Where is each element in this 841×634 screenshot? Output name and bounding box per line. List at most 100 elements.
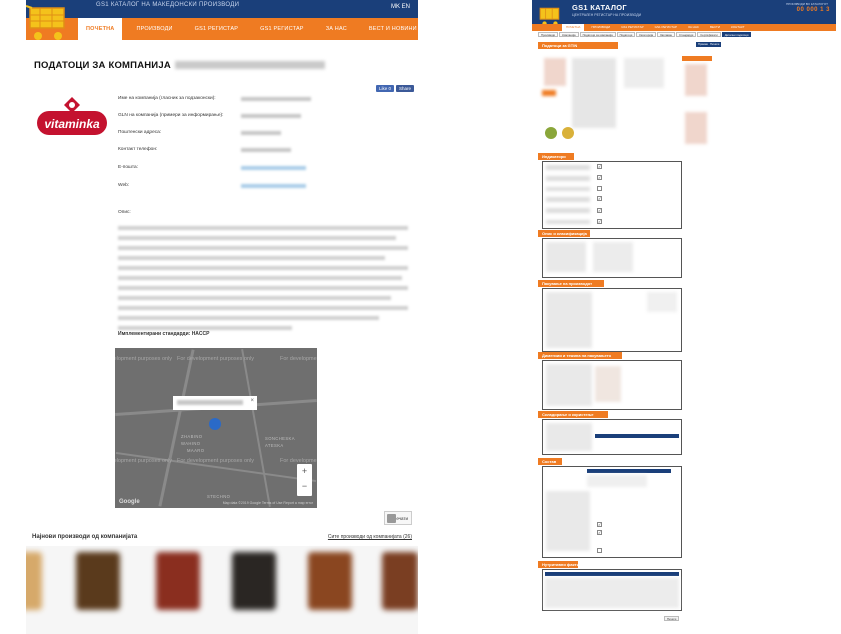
language-switcher[interactable]: MK EN (391, 4, 410, 10)
print-button-small[interactable]: Печати (708, 42, 722, 47)
all-products-link[interactable]: Сите производи од компанијата (26) (328, 534, 412, 540)
facebook-share-button[interactable]: Share (395, 85, 414, 92)
nav-tab-about[interactable]: ЗА НАС (318, 18, 355, 40)
field-value-gln (241, 114, 301, 118)
composition-checkbox[interactable]: ✓ (597, 530, 602, 535)
side-panel-header (682, 56, 712, 61)
indicator-checkbox[interactable] (597, 186, 602, 191)
section-tab[interactable]: Податоци (616, 32, 636, 37)
section-tab[interactable]: Компанија (559, 32, 579, 37)
field-label-phone: Контакт телефон: (118, 147, 158, 152)
nutrition-table-body (545, 578, 679, 608)
catalog-tab-register[interactable]: GS1 РЕГИСТАР (617, 24, 647, 31)
nav-tab-products[interactable]: ПРОИЗВОДИ (128, 18, 180, 40)
composition-table-header (587, 469, 671, 473)
catalog-tab-register-2[interactable]: GS1 РЕГИСТАР (651, 24, 681, 31)
close-icon[interactable]: × (250, 398, 254, 404)
map-zoom-control: + − (297, 464, 312, 496)
zoom-out-button[interactable]: − (297, 479, 312, 494)
site-tagline: GS1 КАТАЛОГ НА МАКЕДОНСКИ ПРОИЗВОДИ (96, 2, 240, 8)
catalog-tab-news[interactable]: ВЕСТИ (706, 24, 724, 31)
composition-checkbox[interactable]: ✓ (597, 522, 602, 527)
indicator-checkbox[interactable]: ✓ (597, 164, 602, 169)
catalog-tab-about[interactable]: ЗА НАС (684, 24, 703, 31)
catalog-brand: GS1 КАТАЛОГ (572, 3, 627, 12)
map-district-label: WAHINO (181, 441, 201, 446)
description-line (118, 326, 292, 330)
page-title-text: ПОДАТОЦИ ЗА КОМПАНИЈА (34, 60, 171, 71)
product-image (544, 58, 566, 86)
packaging-labels (546, 292, 592, 348)
company-logo: vitaminka (37, 97, 107, 135)
cart-logo-icon[interactable] (26, 4, 70, 44)
field-label-email: Е-пошта: (118, 165, 139, 170)
indicator-label (546, 176, 590, 181)
field-label-address: Поштенски адреса: (118, 130, 162, 135)
map-watermark: For development purposes only (115, 356, 173, 362)
description-line (118, 236, 397, 240)
indicator-checkbox[interactable]: ✓ (597, 208, 602, 213)
section-tab[interactable]: Сертификати (697, 32, 721, 37)
standards-label: Имплементирани стандарди: HACCP (118, 331, 210, 337)
section-tab-active[interactable]: Детални податоци (721, 32, 752, 37)
field-value-email[interactable] (241, 166, 306, 170)
catalog-tab-products[interactable]: ПРОИЗВОДИ (587, 24, 614, 31)
composition-checkbox[interactable] (597, 548, 602, 553)
section-tab[interactable]: Категорија (636, 32, 657, 37)
zoom-in-button[interactable]: + (297, 464, 312, 479)
facebook-like-button[interactable]: Like 0 (375, 85, 394, 92)
product-thumbnail[interactable] (382, 552, 418, 610)
nav-tab-news[interactable]: ВЕСТ И НОВИНИ (361, 18, 418, 40)
map-watermark: For development purposes only (177, 356, 255, 362)
field-value-web[interactable] (241, 184, 306, 188)
description-line (118, 276, 403, 280)
indicator-checkbox[interactable]: ✓ (597, 175, 602, 180)
catalog-tab-contact[interactable]: КОНТАКТ (727, 24, 749, 31)
map-road (241, 349, 271, 507)
map-attribution[interactable]: Map data ©2019 Google Terms of Use Repor… (223, 501, 313, 505)
company-description (118, 226, 408, 336)
product-thumbnail[interactable] (76, 552, 120, 610)
indicator-label (546, 187, 590, 191)
product-counter: 00 000 1 3 (796, 7, 830, 13)
storage-table-header (595, 434, 679, 438)
info-labels (546, 242, 586, 272)
indicator-label (546, 220, 590, 224)
section-tab[interactable]: Заглавие (657, 32, 676, 37)
description-line (118, 306, 408, 310)
print-button[interactable]: Печати (384, 511, 412, 525)
map-watermark: For development purposes only (280, 356, 317, 362)
company-map[interactable]: For development purposes only For develo… (115, 348, 317, 508)
product-thumbnail[interactable] (232, 552, 276, 610)
map-marker-icon[interactable] (209, 418, 221, 430)
print-button-bottom[interactable]: Печати (664, 616, 680, 621)
section-tab[interactable]: Податоци за компанија (579, 32, 616, 37)
description-line (118, 246, 408, 250)
map-road (158, 349, 195, 507)
composition-box: ✓ ✓ (542, 466, 682, 558)
nav-tab-gs1-register-2[interactable]: GS1 РЕГИСТАР (252, 18, 312, 40)
section-header-dimensions: Димензии и тежина на пакувањето (538, 352, 622, 359)
latest-products-carousel (26, 546, 418, 634)
product-thumbnail[interactable] (156, 552, 200, 610)
product-thumbnail[interactable] (26, 552, 42, 610)
map-info-window[interactable]: × (173, 396, 257, 410)
side-product-image[interactable] (685, 112, 707, 144)
dimensions-image (595, 366, 621, 402)
map-road (115, 451, 317, 483)
section-tab[interactable]: Стандарди (676, 32, 697, 37)
field-label-gln: GLN на компанија (примери за информирање… (118, 113, 224, 118)
product-thumbnail[interactable] (308, 552, 352, 610)
indicator-checkbox[interactable]: ✓ (597, 196, 602, 201)
catalog-tab-home[interactable]: ПОЧЕТНА (562, 24, 585, 31)
page-title: ПОДАТОЦИ ЗА КОМПАНИЈА (34, 60, 325, 71)
nav-tab-gs1-register[interactable]: GS1 РЕГИСТАР (187, 18, 247, 40)
side-product-image[interactable] (685, 64, 707, 96)
section-tab[interactable]: Производи (538, 32, 559, 37)
indicator-checkbox[interactable]: ✓ (597, 219, 602, 224)
nav-tabs: ПОЧЕТНА ПРОИЗВОДИ GS1 РЕГИСТАР GS1 РЕГИС… (78, 18, 418, 40)
nav-tab-home[interactable]: ПОЧЕТНА (78, 18, 123, 40)
description-line (118, 286, 408, 290)
company-name-redacted (174, 61, 325, 70)
section-tabs: Производи Компанија Податоци за компаниј… (538, 32, 752, 37)
